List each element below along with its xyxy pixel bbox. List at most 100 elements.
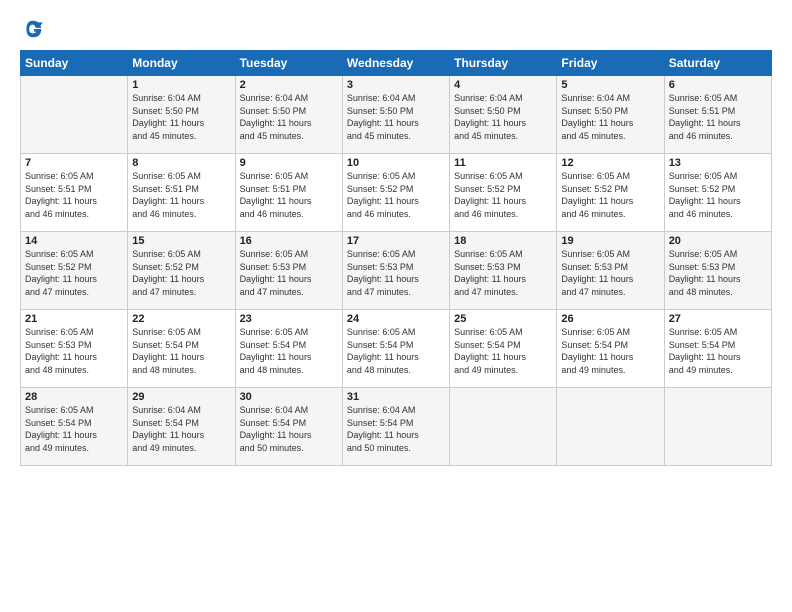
day-info: Sunrise: 6:05 AM Sunset: 5:53 PM Dayligh…: [240, 248, 338, 298]
day-number: 29: [132, 391, 230, 403]
day-info: Sunrise: 6:04 AM Sunset: 5:50 PM Dayligh…: [561, 92, 659, 142]
day-info: Sunrise: 6:05 AM Sunset: 5:52 PM Dayligh…: [561, 170, 659, 220]
col-header-saturday: Saturday: [664, 51, 771, 76]
day-number: 21: [25, 313, 123, 325]
col-header-tuesday: Tuesday: [235, 51, 342, 76]
header-row: SundayMondayTuesdayWednesdayThursdayFrid…: [21, 51, 772, 76]
day-number: 24: [347, 313, 445, 325]
logo-icon: [22, 18, 44, 40]
day-cell: 29Sunrise: 6:04 AM Sunset: 5:54 PM Dayli…: [128, 388, 235, 466]
day-info: Sunrise: 6:05 AM Sunset: 5:54 PM Dayligh…: [454, 326, 552, 376]
day-cell: 10Sunrise: 6:05 AM Sunset: 5:52 PM Dayli…: [342, 154, 449, 232]
day-info: Sunrise: 6:05 AM Sunset: 5:52 PM Dayligh…: [669, 170, 767, 220]
day-number: 7: [25, 157, 123, 169]
day-info: Sunrise: 6:05 AM Sunset: 5:51 PM Dayligh…: [669, 92, 767, 142]
day-cell: 27Sunrise: 6:05 AM Sunset: 5:54 PM Dayli…: [664, 310, 771, 388]
day-cell: 20Sunrise: 6:05 AM Sunset: 5:53 PM Dayli…: [664, 232, 771, 310]
day-cell: 3Sunrise: 6:04 AM Sunset: 5:50 PM Daylig…: [342, 76, 449, 154]
day-cell: 9Sunrise: 6:05 AM Sunset: 5:51 PM Daylig…: [235, 154, 342, 232]
day-info: Sunrise: 6:05 AM Sunset: 5:52 PM Dayligh…: [454, 170, 552, 220]
day-cell: 30Sunrise: 6:04 AM Sunset: 5:54 PM Dayli…: [235, 388, 342, 466]
day-info: Sunrise: 6:04 AM Sunset: 5:54 PM Dayligh…: [347, 404, 445, 454]
day-cell: 6Sunrise: 6:05 AM Sunset: 5:51 PM Daylig…: [664, 76, 771, 154]
day-cell: 2Sunrise: 6:04 AM Sunset: 5:50 PM Daylig…: [235, 76, 342, 154]
day-number: 1: [132, 79, 230, 91]
day-number: 13: [669, 157, 767, 169]
col-header-monday: Monday: [128, 51, 235, 76]
day-info: Sunrise: 6:05 AM Sunset: 5:53 PM Dayligh…: [561, 248, 659, 298]
day-info: Sunrise: 6:05 AM Sunset: 5:54 PM Dayligh…: [25, 404, 123, 454]
day-cell: [664, 388, 771, 466]
day-number: 15: [132, 235, 230, 247]
day-info: Sunrise: 6:04 AM Sunset: 5:50 PM Dayligh…: [132, 92, 230, 142]
day-cell: 5Sunrise: 6:04 AM Sunset: 5:50 PM Daylig…: [557, 76, 664, 154]
day-number: 5: [561, 79, 659, 91]
day-info: Sunrise: 6:05 AM Sunset: 5:53 PM Dayligh…: [347, 248, 445, 298]
header: [20, 18, 772, 40]
day-info: Sunrise: 6:05 AM Sunset: 5:52 PM Dayligh…: [132, 248, 230, 298]
day-number: 27: [669, 313, 767, 325]
day-number: 6: [669, 79, 767, 91]
day-info: Sunrise: 6:05 AM Sunset: 5:51 PM Dayligh…: [25, 170, 123, 220]
day-info: Sunrise: 6:04 AM Sunset: 5:54 PM Dayligh…: [132, 404, 230, 454]
day-cell: 28Sunrise: 6:05 AM Sunset: 5:54 PM Dayli…: [21, 388, 128, 466]
day-number: 26: [561, 313, 659, 325]
logo: [20, 18, 50, 40]
day-number: 16: [240, 235, 338, 247]
col-header-sunday: Sunday: [21, 51, 128, 76]
day-number: 17: [347, 235, 445, 247]
day-number: 23: [240, 313, 338, 325]
day-cell: 8Sunrise: 6:05 AM Sunset: 5:51 PM Daylig…: [128, 154, 235, 232]
day-cell: 22Sunrise: 6:05 AM Sunset: 5:54 PM Dayli…: [128, 310, 235, 388]
day-cell: 13Sunrise: 6:05 AM Sunset: 5:52 PM Dayli…: [664, 154, 771, 232]
day-number: 14: [25, 235, 123, 247]
page: SundayMondayTuesdayWednesdayThursdayFrid…: [0, 0, 792, 612]
day-info: Sunrise: 6:05 AM Sunset: 5:53 PM Dayligh…: [25, 326, 123, 376]
col-header-friday: Friday: [557, 51, 664, 76]
week-row-1: 1Sunrise: 6:04 AM Sunset: 5:50 PM Daylig…: [21, 76, 772, 154]
day-cell: [450, 388, 557, 466]
day-cell: 4Sunrise: 6:04 AM Sunset: 5:50 PM Daylig…: [450, 76, 557, 154]
day-cell: 19Sunrise: 6:05 AM Sunset: 5:53 PM Dayli…: [557, 232, 664, 310]
day-cell: 31Sunrise: 6:04 AM Sunset: 5:54 PM Dayli…: [342, 388, 449, 466]
day-info: Sunrise: 6:05 AM Sunset: 5:54 PM Dayligh…: [132, 326, 230, 376]
day-info: Sunrise: 6:05 AM Sunset: 5:52 PM Dayligh…: [25, 248, 123, 298]
day-number: 18: [454, 235, 552, 247]
day-cell: 12Sunrise: 6:05 AM Sunset: 5:52 PM Dayli…: [557, 154, 664, 232]
day-info: Sunrise: 6:05 AM Sunset: 5:51 PM Dayligh…: [240, 170, 338, 220]
day-info: Sunrise: 6:05 AM Sunset: 5:53 PM Dayligh…: [669, 248, 767, 298]
day-number: 19: [561, 235, 659, 247]
day-info: Sunrise: 6:05 AM Sunset: 5:54 PM Dayligh…: [669, 326, 767, 376]
day-number: 31: [347, 391, 445, 403]
day-info: Sunrise: 6:04 AM Sunset: 5:50 PM Dayligh…: [454, 92, 552, 142]
day-cell: 24Sunrise: 6:05 AM Sunset: 5:54 PM Dayli…: [342, 310, 449, 388]
day-info: Sunrise: 6:05 AM Sunset: 5:52 PM Dayligh…: [347, 170, 445, 220]
day-info: Sunrise: 6:04 AM Sunset: 5:54 PM Dayligh…: [240, 404, 338, 454]
day-number: 22: [132, 313, 230, 325]
day-number: 28: [25, 391, 123, 403]
day-cell: 14Sunrise: 6:05 AM Sunset: 5:52 PM Dayli…: [21, 232, 128, 310]
day-number: 2: [240, 79, 338, 91]
day-number: 30: [240, 391, 338, 403]
day-cell: 11Sunrise: 6:05 AM Sunset: 5:52 PM Dayli…: [450, 154, 557, 232]
day-number: 25: [454, 313, 552, 325]
day-cell: 18Sunrise: 6:05 AM Sunset: 5:53 PM Dayli…: [450, 232, 557, 310]
day-cell: 1Sunrise: 6:04 AM Sunset: 5:50 PM Daylig…: [128, 76, 235, 154]
day-number: 20: [669, 235, 767, 247]
day-info: Sunrise: 6:05 AM Sunset: 5:54 PM Dayligh…: [347, 326, 445, 376]
day-cell: 21Sunrise: 6:05 AM Sunset: 5:53 PM Dayli…: [21, 310, 128, 388]
day-cell: 15Sunrise: 6:05 AM Sunset: 5:52 PM Dayli…: [128, 232, 235, 310]
day-number: 11: [454, 157, 552, 169]
week-row-5: 28Sunrise: 6:05 AM Sunset: 5:54 PM Dayli…: [21, 388, 772, 466]
day-info: Sunrise: 6:04 AM Sunset: 5:50 PM Dayligh…: [347, 92, 445, 142]
day-info: Sunrise: 6:05 AM Sunset: 5:53 PM Dayligh…: [454, 248, 552, 298]
day-number: 9: [240, 157, 338, 169]
day-number: 8: [132, 157, 230, 169]
day-cell: 17Sunrise: 6:05 AM Sunset: 5:53 PM Dayli…: [342, 232, 449, 310]
day-number: 12: [561, 157, 659, 169]
day-info: Sunrise: 6:05 AM Sunset: 5:51 PM Dayligh…: [132, 170, 230, 220]
day-cell: 23Sunrise: 6:05 AM Sunset: 5:54 PM Dayli…: [235, 310, 342, 388]
week-row-4: 21Sunrise: 6:05 AM Sunset: 5:53 PM Dayli…: [21, 310, 772, 388]
calendar-table: SundayMondayTuesdayWednesdayThursdayFrid…: [20, 50, 772, 466]
col-header-thursday: Thursday: [450, 51, 557, 76]
